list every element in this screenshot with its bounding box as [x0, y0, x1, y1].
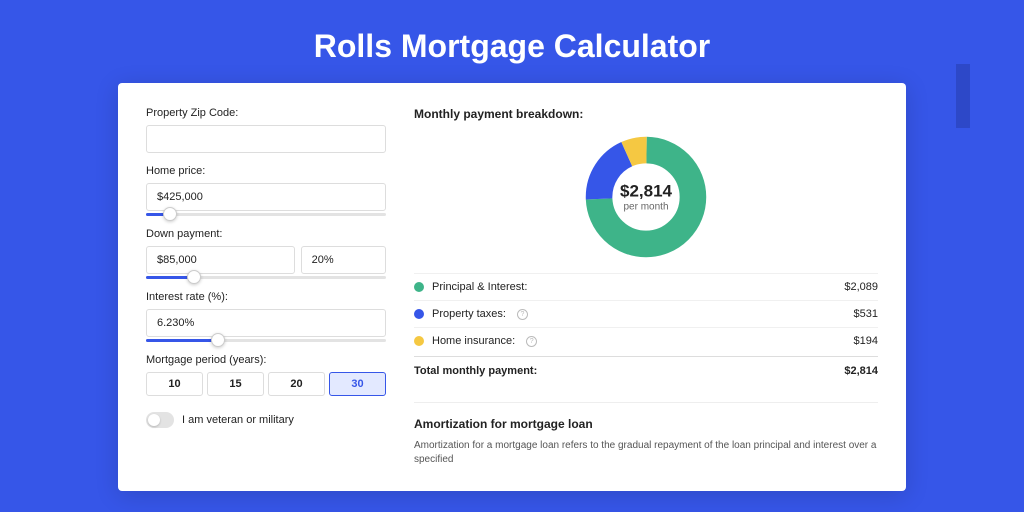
principal-label: Principal & Interest: [432, 281, 527, 293]
interest-rate-slider[interactable] [146, 339, 386, 342]
total-value: $2,814 [844, 365, 878, 377]
period-button-30[interactable]: 30 [329, 372, 386, 396]
period-button-20[interactable]: 20 [268, 372, 325, 396]
breakdown-row-principal: Principal & Interest: $2,089 [414, 273, 878, 300]
slider-thumb[interactable] [163, 207, 177, 221]
home-price-input[interactable] [146, 183, 386, 211]
veteran-toggle[interactable] [146, 412, 174, 428]
slider-fill [146, 339, 218, 342]
inputs-column: Property Zip Code: Home price: Down paym… [146, 107, 386, 467]
legend-dot-green [414, 282, 424, 292]
down-payment-row [146, 246, 386, 274]
donut-chart: $2,814 per month [584, 135, 708, 259]
taxes-value: $531 [854, 308, 878, 320]
decorative-shadow [956, 64, 970, 128]
breakdown-row-total: Total monthly payment: $2,814 [414, 356, 878, 384]
legend-dot-blue [414, 309, 424, 319]
veteran-label: I am veteran or military [182, 414, 294, 426]
interest-rate-label: Interest rate (%): [146, 291, 386, 303]
zip-label: Property Zip Code: [146, 107, 386, 119]
down-payment-pct-input[interactable] [301, 246, 386, 274]
total-label: Total monthly payment: [414, 365, 537, 377]
interest-rate-input[interactable] [146, 309, 386, 337]
info-icon[interactable]: ? [517, 309, 528, 320]
veteran-row: I am veteran or military [146, 412, 386, 428]
insurance-value: $194 [854, 335, 878, 347]
period-button-15[interactable]: 15 [207, 372, 264, 396]
amortization-title: Amortization for mortgage loan [414, 402, 878, 431]
donut-center-sub: per month [620, 202, 672, 213]
principal-value: $2,089 [844, 281, 878, 293]
breakdown-column: Monthly payment breakdown: $2,814 per mo… [414, 107, 878, 467]
breakdown-row-insurance: Home insurance: ? $194 [414, 327, 878, 354]
home-price-slider[interactable] [146, 213, 386, 216]
down-payment-label: Down payment: [146, 228, 386, 240]
period-button-10[interactable]: 10 [146, 372, 203, 396]
down-payment-amount-input[interactable] [146, 246, 295, 274]
home-price-label: Home price: [146, 165, 386, 177]
slider-thumb[interactable] [211, 333, 225, 347]
down-payment-slider[interactable] [146, 276, 386, 279]
taxes-label: Property taxes: [432, 308, 506, 320]
donut-center-amount: $2,814 [620, 182, 672, 202]
slider-thumb[interactable] [187, 270, 201, 284]
info-icon[interactable]: ? [526, 336, 537, 347]
donut-chart-wrap: $2,814 per month [414, 135, 878, 259]
calculator-panel: Property Zip Code: Home price: Down paym… [118, 83, 906, 491]
zip-input[interactable] [146, 125, 386, 153]
breakdown-title: Monthly payment breakdown: [414, 107, 878, 121]
breakdown-row-taxes: Property taxes: ? $531 [414, 300, 878, 327]
period-label: Mortgage period (years): [146, 354, 386, 366]
period-buttons: 10 15 20 30 [146, 372, 386, 396]
amortization-text: Amortization for a mortgage loan refers … [414, 439, 878, 467]
page-title: Rolls Mortgage Calculator [0, 0, 1024, 83]
donut-center: $2,814 per month [620, 182, 672, 213]
legend-dot-yellow [414, 336, 424, 346]
insurance-label: Home insurance: [432, 335, 515, 347]
